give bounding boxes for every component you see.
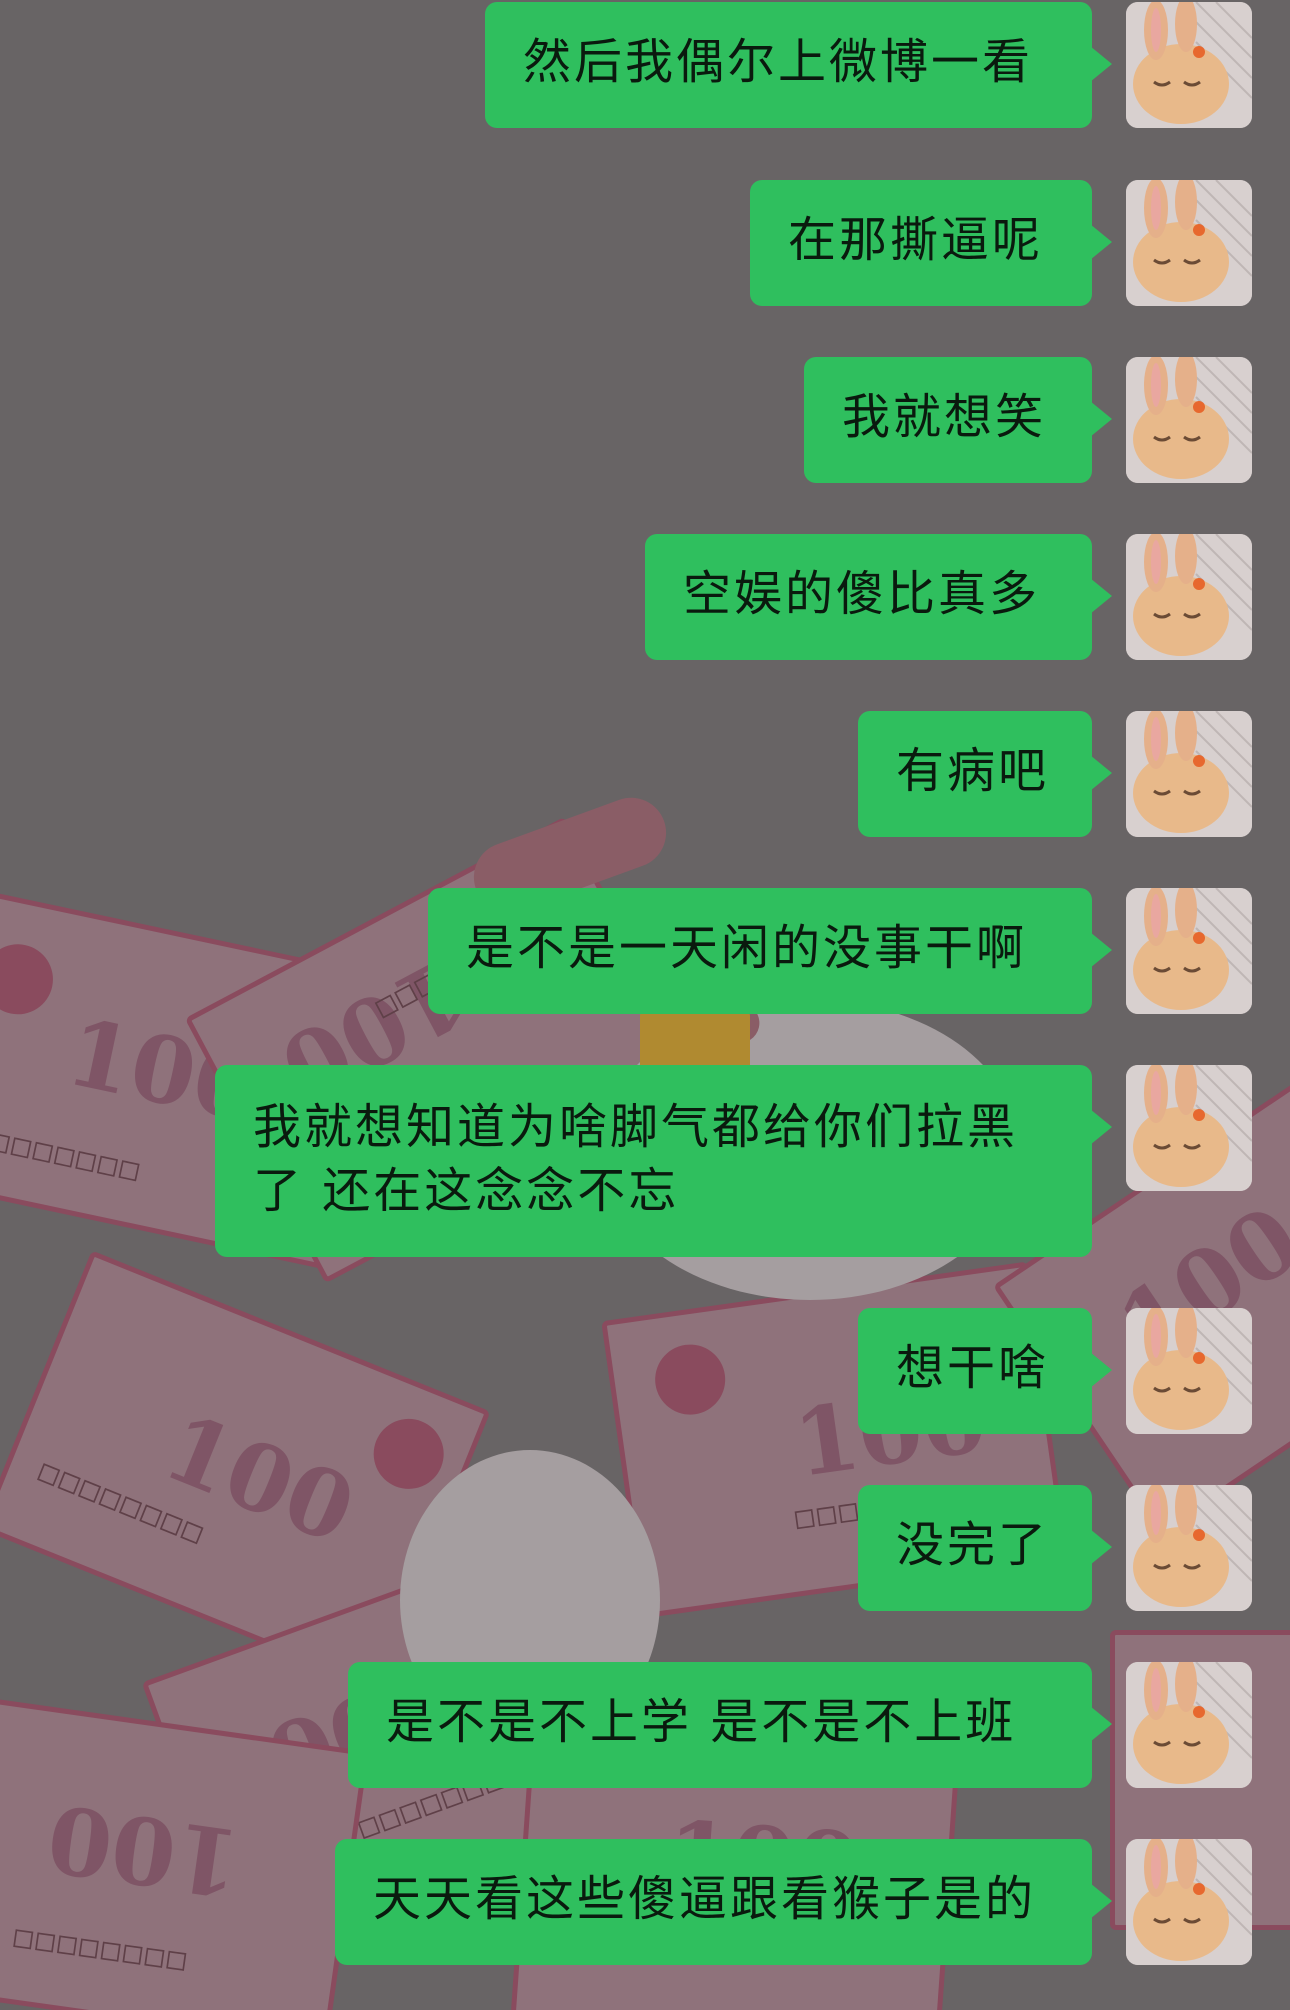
bunny-avatar-icon[interactable] bbox=[1126, 888, 1252, 1014]
banknote-decoration: 100 □□□□□□□□ bbox=[0, 1250, 491, 1690]
message-bubble[interactable]: 是不是一天闲的没事干啊 bbox=[428, 888, 1112, 1014]
message-bubble[interactable]: 天天看这些傻逼跟看猴子是的 bbox=[335, 1839, 1112, 1965]
bunny-avatar-icon[interactable] bbox=[1126, 357, 1252, 483]
bunny-avatar-icon[interactable] bbox=[1126, 1662, 1252, 1788]
message-bubble[interactable]: 然后我偶尔上微博一看 bbox=[485, 2, 1112, 128]
message-bubble[interactable]: 空娱的傻比真多 bbox=[645, 534, 1112, 660]
message-bubble[interactable]: 我就想笑 bbox=[804, 357, 1112, 483]
bunny-avatar-icon[interactable] bbox=[1126, 711, 1252, 837]
bunny-avatar-icon[interactable] bbox=[1126, 534, 1252, 660]
message-bubble[interactable]: 是不是不上学 是不是不上班 bbox=[348, 1662, 1112, 1788]
bunny-avatar-icon[interactable] bbox=[1126, 180, 1252, 306]
bunny-avatar-icon[interactable] bbox=[1126, 1485, 1252, 1611]
banknote-decoration: 100 □□□□□□□□ bbox=[0, 1691, 369, 2010]
bunny-avatar-icon[interactable] bbox=[1126, 1065, 1252, 1191]
bunny-avatar-icon[interactable] bbox=[1126, 2, 1252, 128]
chat-screen: 100 □□□□□□□□ 100 □□□□□□□□ 100 □□□□□□□□ 1… bbox=[0, 0, 1290, 2010]
message-bubble[interactable]: 想干啥 bbox=[858, 1308, 1112, 1434]
message-bubble[interactable]: 有病吧 bbox=[858, 711, 1112, 837]
message-bubble[interactable]: 我就想知道为啥脚气都给你们拉黑了 还在这念念不忘 bbox=[215, 1065, 1112, 1257]
message-bubble[interactable]: 在那撕逼呢 bbox=[750, 180, 1112, 306]
bunny-avatar-icon[interactable] bbox=[1126, 1308, 1252, 1434]
bunny-avatar-icon[interactable] bbox=[1126, 1839, 1252, 1965]
message-bubble[interactable]: 没完了 bbox=[858, 1485, 1112, 1611]
